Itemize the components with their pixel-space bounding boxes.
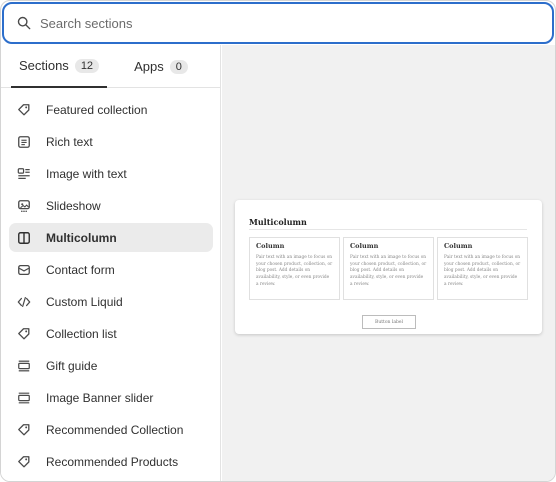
section-item-label: Image with text	[46, 166, 127, 181]
section-item-label: Custom Liquid	[46, 294, 123, 309]
preview-column: Column Pair text with an image to focus …	[249, 237, 340, 300]
tag-icon	[16, 102, 32, 118]
code-icon	[16, 294, 32, 310]
tab-sections-count: 12	[74, 58, 100, 73]
preview-column: Column Pair text with an image to focus …	[437, 237, 528, 300]
section-item-rich-text[interactable]: Rich text	[9, 127, 213, 156]
sections-panel: Sections 12 Apps 0 Featured collection R…	[1, 45, 221, 481]
preview-button: Button label	[362, 315, 416, 329]
preview-panel: Multicolumn Column Pair text with an ima…	[222, 45, 555, 481]
column-heading: Column	[350, 242, 379, 250]
text-block-icon	[16, 134, 32, 150]
tag-icon	[16, 326, 32, 342]
tab-apps-label: Apps	[134, 59, 164, 74]
tab-sections-label: Sections	[18, 58, 69, 73]
section-item-image-with-text[interactable]: Image with text	[9, 159, 213, 188]
tab-sections[interactable]: Sections 12	[11, 45, 107, 88]
tag-icon	[16, 454, 32, 470]
section-item-featured-collection[interactable]: Featured collection	[9, 95, 213, 124]
preview-column: Column Pair text with an image to focus …	[343, 237, 434, 300]
image-with-text-icon	[16, 166, 32, 182]
search-icon	[17, 16, 31, 30]
list-layout-icon	[16, 358, 32, 374]
section-item-label: Image Banner slider	[46, 390, 154, 405]
section-list: Featured collection Rich text Image with…	[9, 95, 213, 479]
section-item-label: Recommended Products	[46, 454, 179, 469]
column-text: Pair text with an image to focus on your…	[256, 255, 333, 287]
tab-apps-count: 0	[169, 59, 188, 74]
section-item-label: Contact form	[46, 262, 115, 277]
tab-bar: Sections 12 Apps 0	[1, 45, 220, 88]
search-bar[interactable]	[2, 2, 554, 44]
column-heading: Column	[444, 242, 473, 250]
divider	[249, 229, 527, 230]
section-item-label: Rich text	[46, 134, 93, 149]
section-item-multicolumn[interactable]: Multicolumn	[9, 223, 213, 252]
section-item-slideshow[interactable]: Slideshow	[9, 191, 213, 220]
section-item-label: Gift guide	[46, 358, 98, 373]
list-layout-icon	[16, 390, 32, 406]
tab-apps[interactable]: Apps 0	[125, 45, 197, 88]
columns-icon	[16, 230, 32, 246]
add-section-popover: Sections 12 Apps 0 Featured collection R…	[0, 0, 556, 482]
column-heading: Column	[256, 242, 285, 250]
section-item-image-banner-slider[interactable]: Image Banner slider	[9, 383, 213, 412]
section-item-label: Multicolumn	[46, 230, 117, 245]
multicolumn-preview-card: Multicolumn Column Pair text with an ima…	[235, 200, 542, 334]
section-item-label: Recommended Collection	[46, 422, 184, 437]
section-item-recommended-products[interactable]: Recommended Products	[9, 447, 213, 476]
section-item-custom-liquid[interactable]: Custom Liquid	[9, 287, 213, 316]
section-item-label: Slideshow	[46, 198, 101, 213]
tag-icon	[16, 422, 32, 438]
preview-columns: Column Pair text with an image to focus …	[249, 237, 528, 300]
column-text: Pair text with an image to focus on your…	[444, 255, 521, 287]
section-item-contact-form[interactable]: Contact form	[9, 255, 213, 284]
preview-title: Multicolumn	[249, 217, 307, 227]
column-text: Pair text with an image to focus on your…	[350, 255, 427, 287]
section-item-recommended-collection[interactable]: Recommended Collection	[9, 415, 213, 444]
section-item-gift-guide[interactable]: Gift guide	[9, 351, 213, 380]
section-item-collection-list[interactable]: Collection list	[9, 319, 213, 348]
slideshow-icon	[16, 198, 32, 214]
section-item-label: Collection list	[46, 326, 117, 341]
section-item-label: Featured collection	[46, 102, 148, 117]
search-input[interactable]	[40, 15, 520, 31]
envelope-icon	[16, 262, 32, 278]
